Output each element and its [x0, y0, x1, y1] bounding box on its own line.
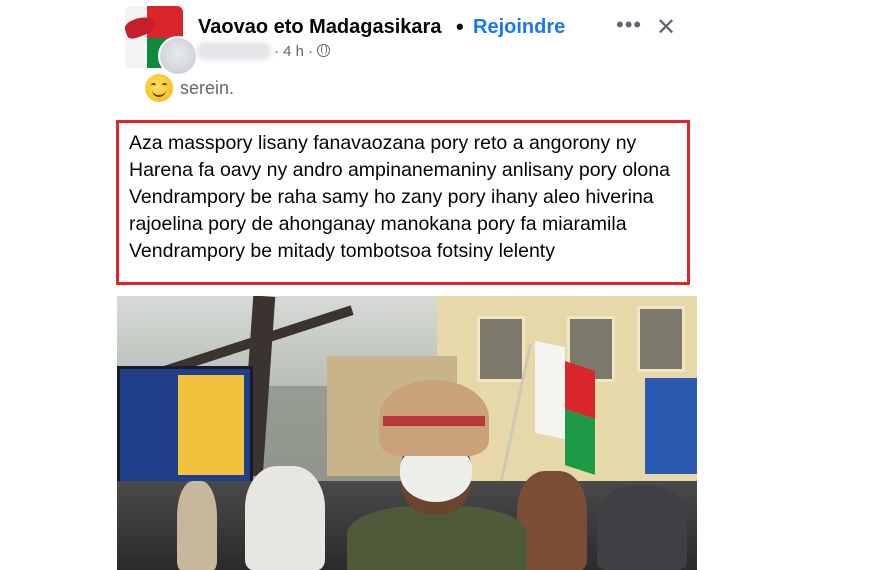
facebook-post: Vaovao eto Madagasikara • Rejoindre ••• …: [0, 0, 870, 570]
user-avatar[interactable]: [158, 36, 198, 76]
feeling-label: serein.: [180, 78, 235, 98]
group-name[interactable]: Vaovao eto Madagasikara: [198, 16, 441, 39]
globe-icon: [317, 44, 331, 57]
post-text: Aza masspory lisany fanavaozana pory ret…: [129, 132, 670, 262]
highlighted-post-text: Aza masspory lisany fanavaozana pory ret…: [116, 120, 690, 285]
close-icon[interactable]: ✕: [656, 13, 676, 42]
post-photo[interactable]: [117, 296, 697, 570]
post-time[interactable]: · 4 h ·: [274, 43, 313, 60]
blurred-author-name: [196, 42, 272, 60]
separator-dot: •: [456, 14, 464, 39]
smiling-face-icon: [145, 74, 173, 102]
post-meta: · 4 h ·: [274, 43, 331, 60]
join-button[interactable]: Rejoindre: [473, 16, 565, 39]
more-horizontal-icon[interactable]: •••: [616, 12, 642, 38]
